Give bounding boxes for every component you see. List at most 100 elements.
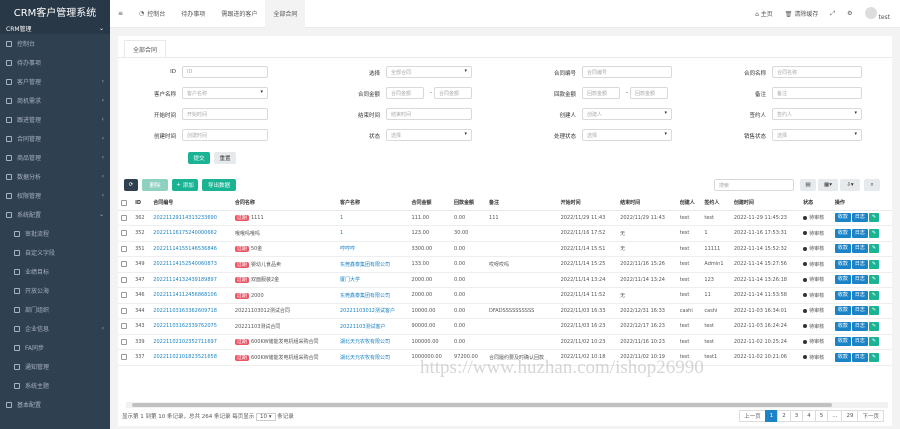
user-menu[interactable]: test <box>864 6 890 21</box>
refresh-button[interactable]: ⟳ <box>124 179 138 191</box>
receive-button[interactable]: 收款 <box>834 259 851 269</box>
column-header[interactable]: 客户名称 <box>337 196 409 211</box>
row-checkbox[interactable] <box>121 354 127 360</box>
log-button[interactable]: 日志 <box>851 259 868 269</box>
filter-select[interactable]: 全部合同 <box>386 66 472 78</box>
sidebar-item[interactable]: 客户管理 ‹ <box>0 72 110 91</box>
sidebar-item[interactable]: 合同管理 ‹ <box>0 129 110 148</box>
contract-no-link[interactable]: 20221114155146536846 <box>150 241 232 257</box>
edit-icon[interactable]: ✎ <box>868 306 880 316</box>
sidebar-item[interactable]: 系统主题 <box>0 376 110 395</box>
top-tab[interactable]: ◔ 控制台 <box>131 0 173 28</box>
customer-link[interactable]: 1 <box>337 225 409 242</box>
column-header[interactable]: 操作 <box>831 196 892 211</box>
receive-button[interactable]: 收款 <box>834 213 851 223</box>
sidebar-item[interactable]: 企业信息 ‹ <box>0 319 110 338</box>
sidebar-item[interactable]: 权限管理 ‹ <box>0 186 110 205</box>
customer-link[interactable]: 厦门大学 <box>337 272 409 288</box>
receive-button[interactable]: 收款 <box>834 352 851 362</box>
page-button[interactable]: 5 <box>814 410 829 422</box>
filter-select[interactable]: 签约人 <box>772 108 862 120</box>
filter-input[interactable]: 合同金额 <box>386 87 424 99</box>
filter-input[interactable]: 回款金额 <box>582 87 620 99</box>
sidebar-item[interactable]: 基本配置 <box>0 395 110 414</box>
receive-button[interactable]: 收款 <box>834 244 851 254</box>
submit-button[interactable]: 提交 <box>188 152 210 164</box>
top-tab[interactable]: 全部合同 <box>265 0 306 28</box>
receive-button[interactable]: 收款 <box>834 306 851 316</box>
sidebar-item[interactable]: 审批流程 <box>0 224 110 243</box>
receive-button[interactable]: 收款 <box>834 228 851 238</box>
delete-button[interactable]: 删除 <box>142 179 168 191</box>
reset-button[interactable]: 重置 <box>214 152 236 164</box>
home-link[interactable]: ⌂ 主页 <box>755 9 773 18</box>
log-button[interactable]: 日志 <box>851 321 868 331</box>
log-button[interactable]: 日志 <box>851 290 868 300</box>
sidebar-item[interactable]: 待办事项 <box>0 53 110 72</box>
row-checkbox[interactable] <box>121 307 127 314</box>
filter-select[interactable]: 创建人 <box>582 108 672 120</box>
row-checkbox[interactable] <box>121 338 127 345</box>
page-button[interactable]: 1 <box>764 410 779 422</box>
sidebar-item[interactable]: 自定义字段 <box>0 243 110 262</box>
filter-input[interactable]: 合同金额 <box>434 87 472 99</box>
page-button[interactable]: 2 <box>777 410 791 422</box>
contract-no-link[interactable]: 20221114132439189897 <box>150 272 232 288</box>
export-dropdown-icon[interactable]: ⇩▾ <box>840 179 860 191</box>
log-button[interactable]: 日志 <box>851 244 868 254</box>
columns-icon[interactable]: ▦▾ <box>818 179 838 191</box>
sidebar-item[interactable]: 部门组织 <box>0 300 110 319</box>
row-checkbox[interactable] <box>121 292 127 298</box>
filter-input[interactable]: ID <box>182 66 268 78</box>
contract-no-link[interactable]: 20221114152540060873 <box>150 256 232 273</box>
row-checkbox[interactable] <box>121 276 127 283</box>
view-toggle-icon[interactable]: ▤ <box>800 179 816 191</box>
edit-icon[interactable]: ✎ <box>868 228 880 238</box>
column-header[interactable]: 状态 <box>800 196 832 211</box>
edit-icon[interactable]: ✎ <box>868 290 880 300</box>
customer-link[interactable]: 东莞鑫泰集团有限公司 <box>337 287 409 304</box>
contract-no-link[interactable]: 20221102101823521658 <box>150 349 232 366</box>
filter-select[interactable]: 选择 <box>386 129 472 141</box>
fullscreen-icon[interactable]: ⤢ <box>830 10 835 18</box>
log-button[interactable]: 日志 <box>851 228 868 238</box>
contract-no-link[interactable]: 20221129114313233690 <box>150 210 232 226</box>
row-checkbox[interactable] <box>121 245 127 252</box>
clear-cache-link[interactable]: 🗑 清除缓存 <box>785 9 819 18</box>
log-button[interactable]: 日志 <box>851 352 868 362</box>
tab-all-contracts[interactable]: 全部合同 <box>124 40 167 58</box>
select-all-checkbox[interactable] <box>121 199 127 206</box>
edit-icon[interactable]: ✎ <box>868 321 880 331</box>
sidebar-item[interactable]: 开放公海 <box>0 281 110 300</box>
filter-select[interactable]: 选择 <box>772 129 862 141</box>
receive-button[interactable]: 收款 <box>834 337 851 347</box>
column-header[interactable]: 合同编号 <box>150 196 232 211</box>
column-header[interactable]: 创建人 <box>676 196 702 211</box>
filter-input[interactable]: 备注 <box>772 87 862 99</box>
horizontal-scrollbar[interactable] <box>126 402 888 408</box>
contract-no-link[interactable]: 20221116175240000662 <box>150 225 232 242</box>
page-button[interactable]: 3 <box>789 410 804 422</box>
edit-icon[interactable]: ✎ <box>868 244 880 254</box>
customer-link[interactable]: 20221103012测试客户 <box>337 303 409 319</box>
receive-button[interactable]: 收款 <box>834 321 851 331</box>
column-header[interactable]: 签约人 <box>701 196 731 211</box>
sidebar-item[interactable]: 商品管理 ‹ <box>0 148 110 167</box>
search-input[interactable]: 搜索 <box>714 179 794 191</box>
sidebar-item[interactable]: 控制台 <box>0 34 110 53</box>
sidebar-section[interactable]: CRM管理 ⌄ <box>0 22 110 34</box>
column-header[interactable]: 备注 <box>486 196 558 211</box>
sidebar-item[interactable]: 业绩目标 <box>0 262 110 281</box>
edit-icon[interactable]: ✎ <box>868 352 880 362</box>
column-header[interactable]: 回款金额 <box>451 196 487 211</box>
filter-input[interactable]: 创建时间 <box>182 129 268 141</box>
column-header[interactable]: 合同金额 <box>408 196 452 211</box>
page-button[interactable]: ... <box>827 410 843 422</box>
log-button[interactable]: 日志 <box>851 337 868 347</box>
page-button[interactable]: 4 <box>802 410 816 422</box>
sidebar-item[interactable]: FA同步 <box>0 338 110 357</box>
settings-icon[interactable]: ⚙ <box>847 10 852 17</box>
column-header[interactable]: 开始时间 <box>557 196 618 211</box>
customer-link[interactable]: 哼哼哼 <box>337 241 409 257</box>
receive-button[interactable]: 收款 <box>834 290 851 300</box>
